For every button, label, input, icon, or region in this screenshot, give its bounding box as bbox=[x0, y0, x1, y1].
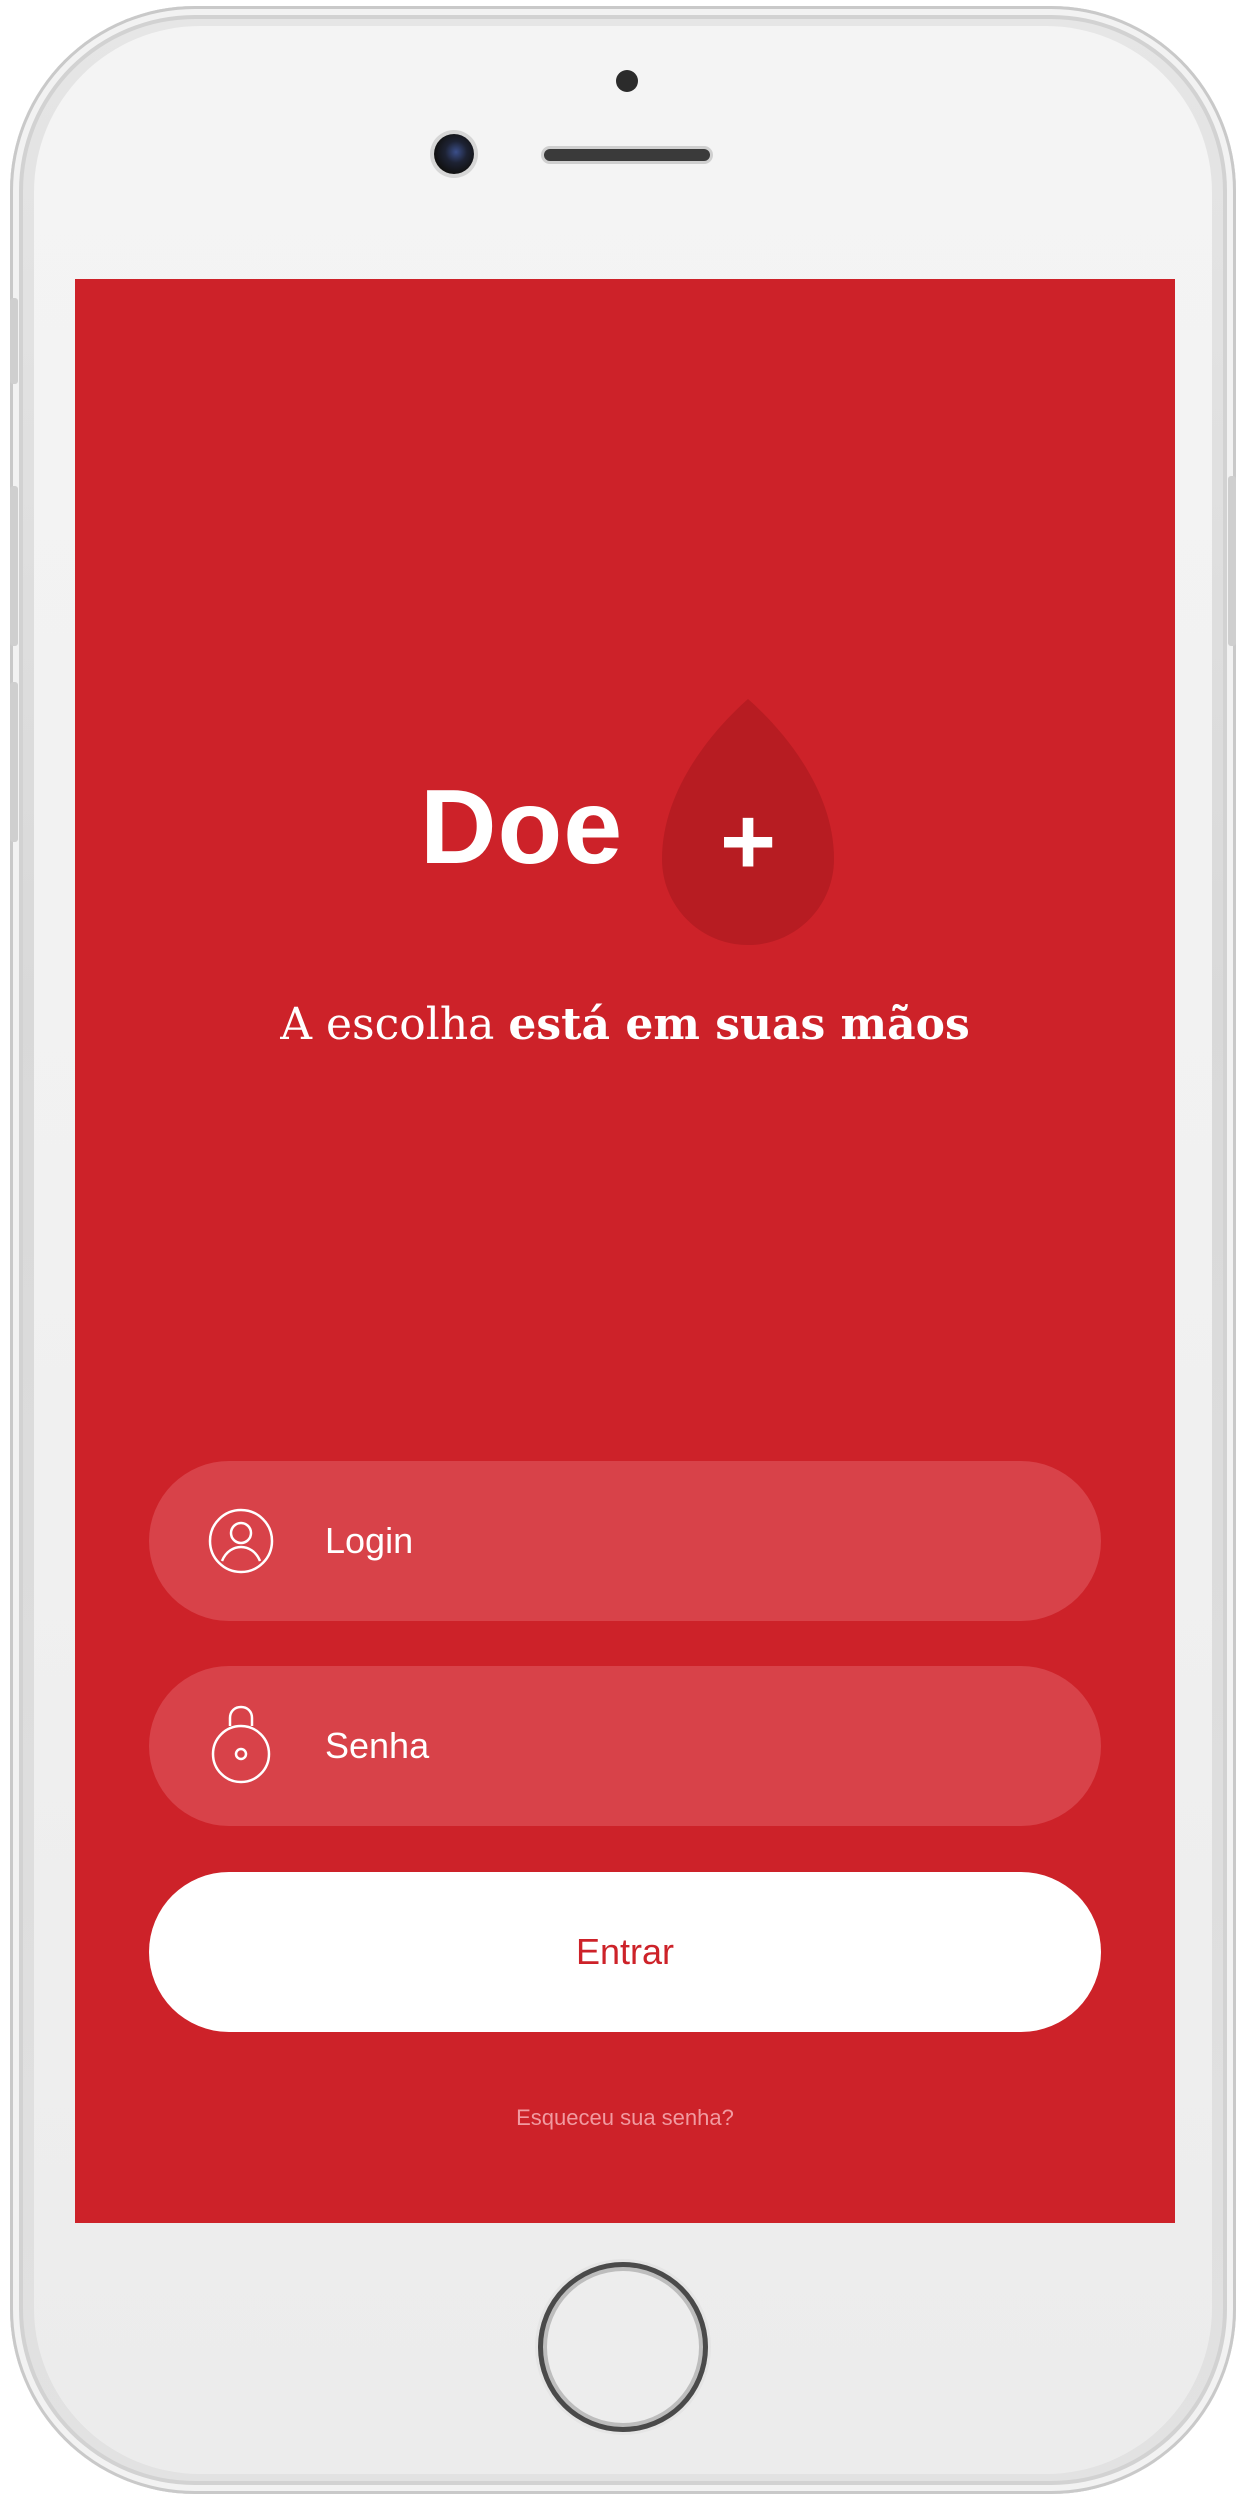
tagline-light: A escolha bbox=[280, 999, 509, 1050]
proximity-sensor bbox=[616, 70, 638, 92]
password-input[interactable] bbox=[325, 1666, 1065, 1826]
home-button bbox=[538, 2262, 708, 2432]
blood-drop-icon: + bbox=[662, 699, 834, 945]
app-logo: Doe + bbox=[75, 699, 1175, 959]
logo-text: Doe bbox=[420, 768, 624, 886]
front-camera bbox=[434, 134, 474, 174]
user-icon bbox=[208, 1508, 274, 1574]
mute-switch bbox=[10, 298, 18, 384]
login-input[interactable] bbox=[325, 1461, 1065, 1621]
enter-button[interactable]: Entrar bbox=[149, 1872, 1101, 2032]
login-field[interactable] bbox=[149, 1461, 1101, 1621]
volume-down-button bbox=[10, 682, 18, 842]
forgot-password-link[interactable]: Esqueceu sua senha? bbox=[75, 2105, 1175, 2131]
login-screen: Doe + A escolha está em suas mãos Entrar… bbox=[75, 279, 1175, 2223]
volume-up-button bbox=[10, 486, 18, 646]
power-button bbox=[1228, 476, 1236, 646]
tagline: A escolha está em suas mãos bbox=[75, 999, 1175, 1050]
tagline-bold: está em suas mãos bbox=[508, 999, 970, 1050]
password-field[interactable] bbox=[149, 1666, 1101, 1826]
lock-icon bbox=[211, 1705, 271, 1784]
drop-plus-symbol: + bbox=[720, 788, 776, 895]
earpiece-speaker bbox=[544, 149, 710, 161]
